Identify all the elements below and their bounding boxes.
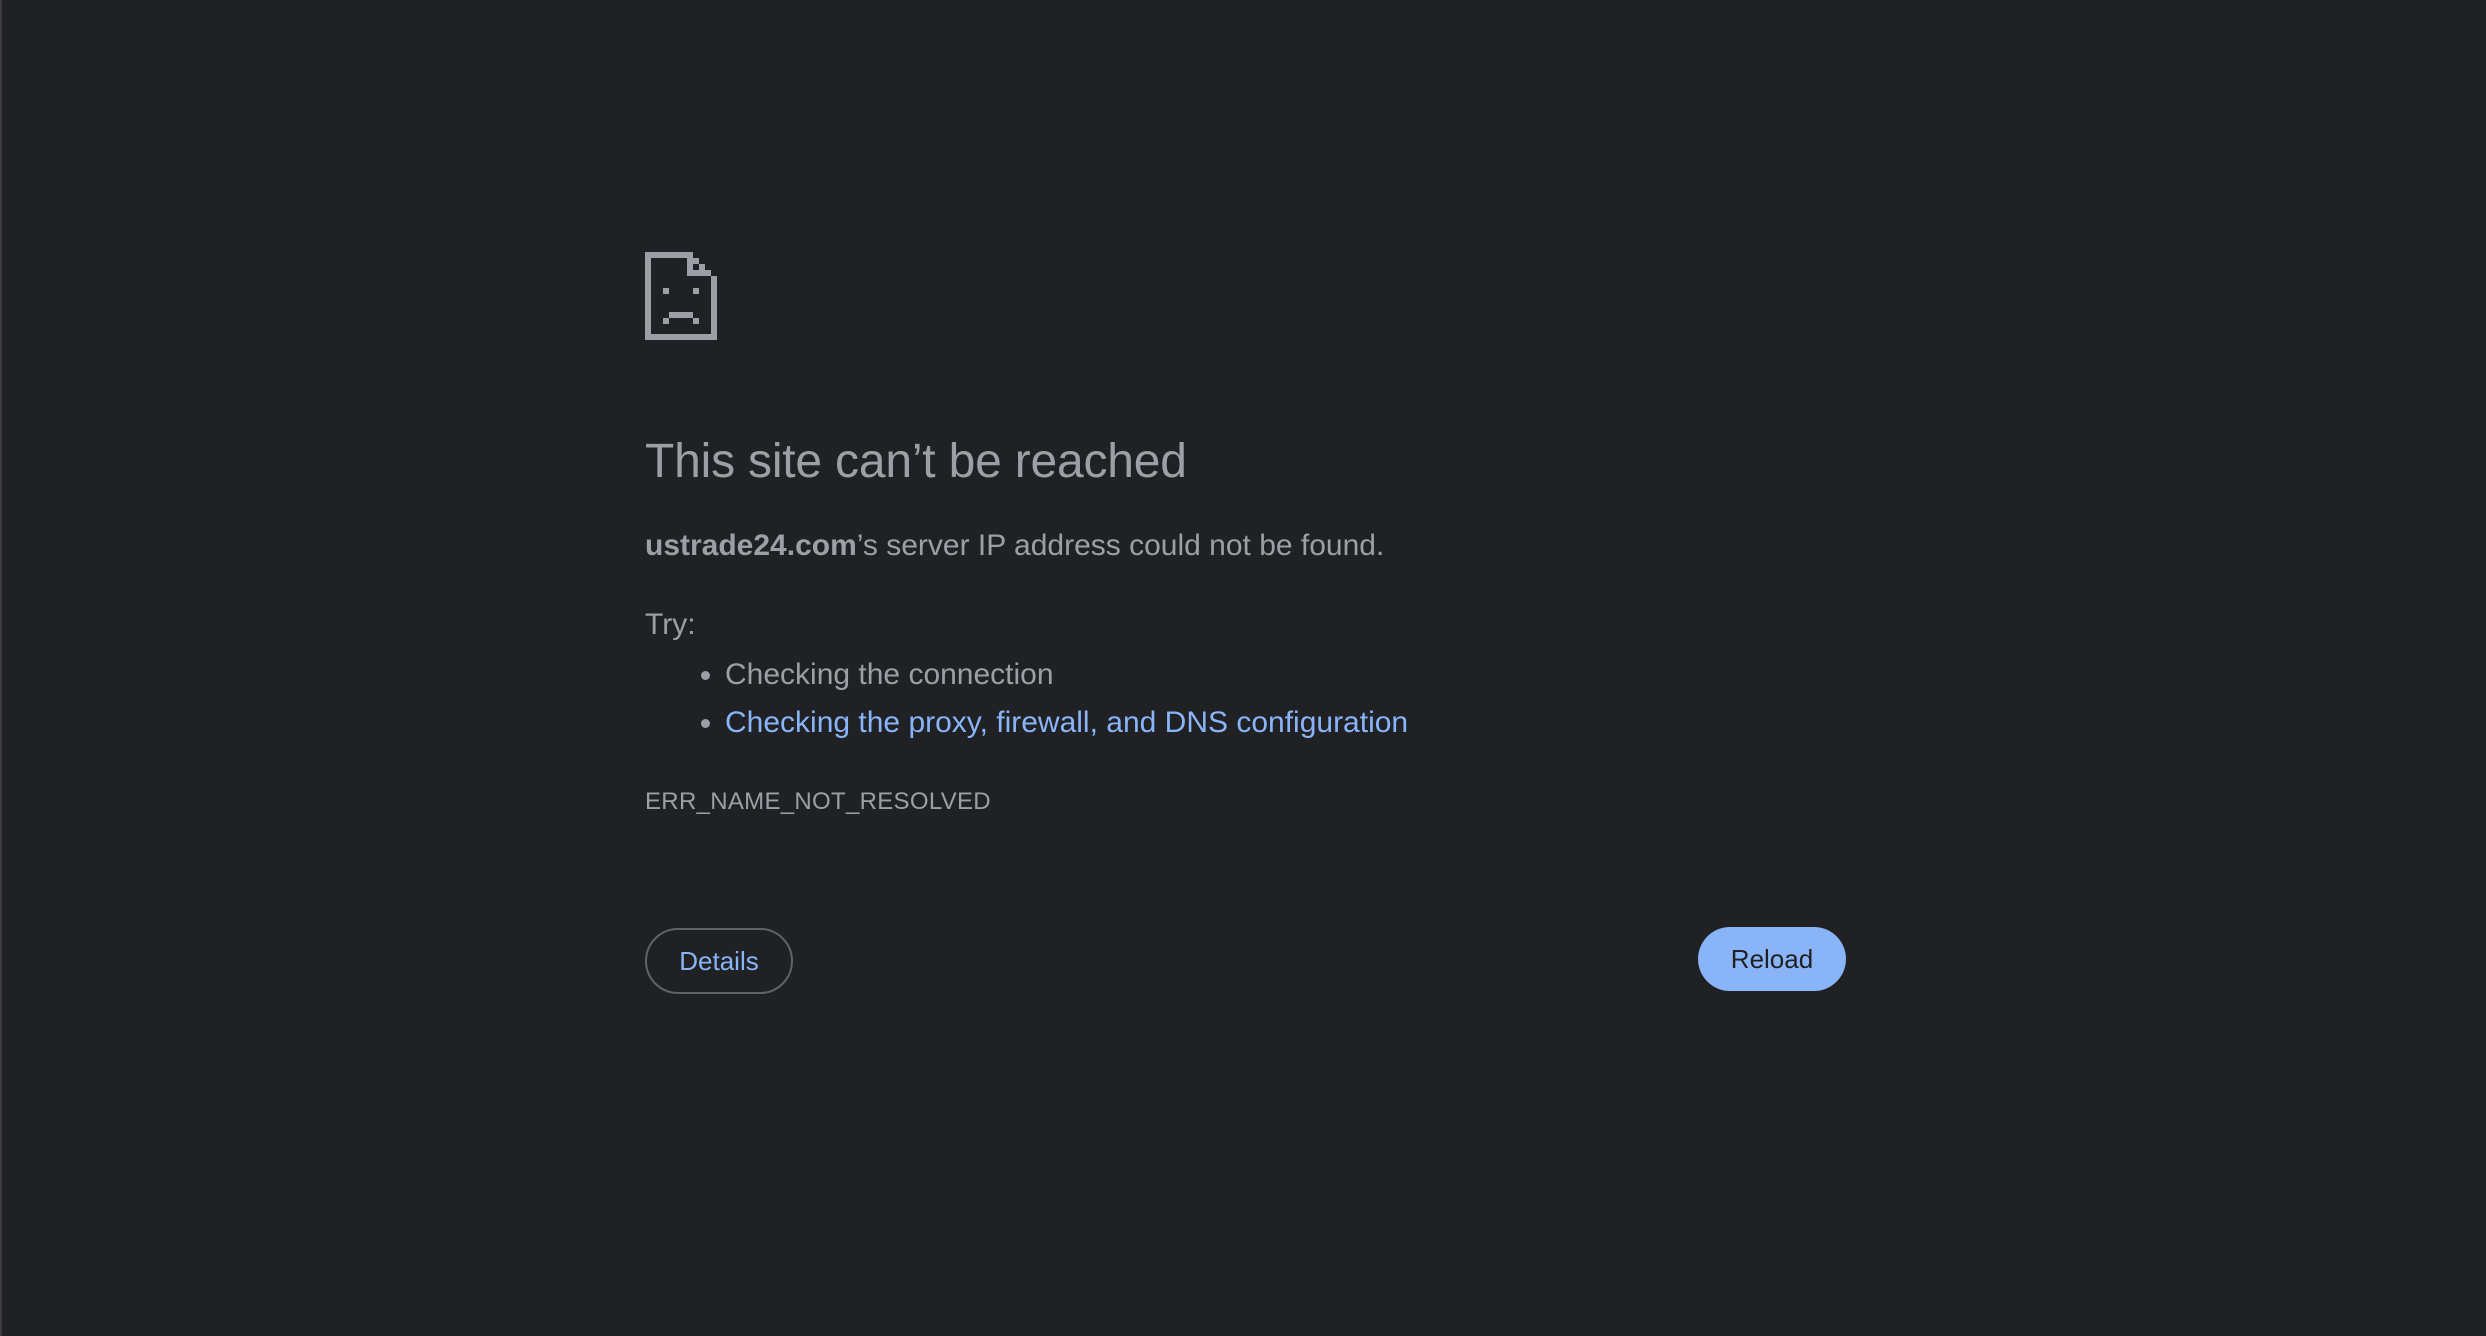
error-page: This site can’t be reached ustrade24.com… [0, 0, 2486, 1336]
error-summary: ustrade24.com’s server IP address could … [645, 529, 1384, 563]
error-code: ERR_NAME_NOT_RESOLVED [645, 788, 991, 815]
error-content: This site can’t be reached ustrade24.com… [645, 252, 1846, 994]
sad-page-icon [645, 252, 717, 340]
error-title: This site can’t be reached [645, 435, 1187, 488]
error-summary-suffix: ’s server IP address could not be found. [856, 529, 1385, 562]
suggestion-list: Checking the connection Checking the pro… [645, 651, 1408, 747]
suggestion-proxy-link[interactable]: Checking the proxy, firewall, and DNS co… [725, 706, 1408, 739]
try-label: Try: [645, 608, 696, 641]
details-button[interactable]: Details [645, 928, 793, 994]
suggestion-item: Checking the connection [725, 651, 1408, 699]
reload-button[interactable]: Reload [1698, 927, 1846, 991]
suggestion-check-connection: Checking the connection [725, 658, 1054, 691]
suggestion-item: Checking the proxy, firewall, and DNS co… [725, 699, 1408, 747]
error-domain: ustrade24.com [645, 529, 857, 562]
